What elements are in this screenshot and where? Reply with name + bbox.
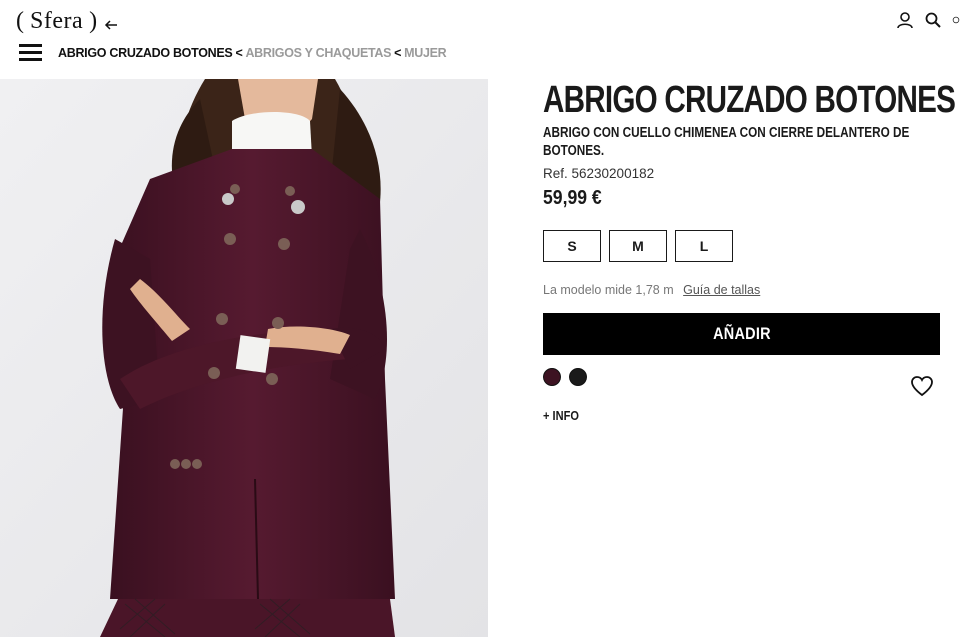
product-subtitle: ABRIGO CON CUELLO CHIMENEA CON CIERRE DE… [543, 125, 910, 159]
color-swatches [543, 368, 587, 386]
product-image[interactable] [0, 79, 488, 637]
back-arrow-icon[interactable] [103, 17, 119, 33]
logo-paren-left: ( [16, 7, 24, 34]
size-guide-link[interactable]: Guía de tallas [683, 283, 760, 297]
product-title: ABRIGO CRUZADO BOTONES [543, 79, 956, 121]
size-option-s[interactable]: S [543, 230, 601, 262]
product-photo-illustration [0, 79, 488, 637]
add-to-cart-label: AÑADIR [712, 324, 771, 343]
size-selector: S M L [543, 230, 733, 262]
product-price: 59,99 € [543, 187, 602, 209]
breadcrumb-separator: < [235, 46, 243, 60]
breadcrumb-link-mujer[interactable]: MUJER [404, 46, 447, 60]
color-swatch-burgundy[interactable] [543, 368, 561, 386]
model-height-text: La modelo mide 1,78 m [543, 283, 674, 297]
header-icons [896, 11, 960, 29]
sfera-logo[interactable]: ( Sfera ) [16, 4, 119, 38]
product-ref: Ref. 56230200182 [543, 166, 655, 181]
more-info-link[interactable]: + INFO [543, 408, 579, 423]
breadcrumb: ABRIGO CRUZADO BOTONES < ABRIGOS Y CHAQUET… [58, 46, 447, 60]
add-to-cart-button[interactable]: AÑADIR [543, 313, 940, 355]
menu-hamburger-icon[interactable] [19, 44, 42, 61]
bag-icon[interactable] [952, 11, 960, 29]
model-height-line: La modelo mide 1,78 m Guía de tallas [543, 283, 760, 297]
breadcrumb-current: ABRIGO CRUZADO BOTONES [58, 46, 233, 60]
size-option-l[interactable]: L [675, 230, 733, 262]
search-icon[interactable] [924, 11, 942, 29]
product-info: ABRIGO CRUZADO BOTONES ABRIGO CON CUELLO… [543, 79, 956, 423]
logo-paren-right: ) [89, 7, 98, 34]
heart-icon[interactable] [910, 375, 934, 397]
user-icon[interactable] [896, 11, 914, 29]
logo-text: Sfera [30, 7, 84, 34]
breadcrumb-separator: < [394, 46, 402, 60]
size-option-m[interactable]: M [609, 230, 667, 262]
breadcrumb-link-abrigos[interactable]: ABRIGOS Y CHAQUETAS [245, 46, 391, 60]
color-swatch-black[interactable] [569, 368, 587, 386]
